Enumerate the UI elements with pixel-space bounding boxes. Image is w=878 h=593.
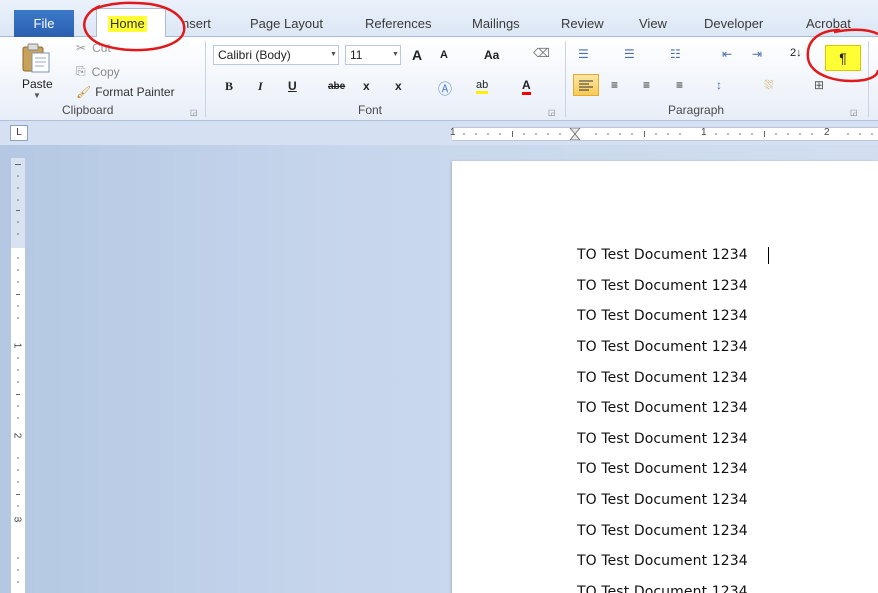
- text-effects-icon[interactable]: Ⓐ: [438, 79, 452, 99]
- tab-file[interactable]: File: [14, 10, 74, 37]
- superscript-button[interactable]: x: [395, 79, 402, 93]
- align-left-icon: [579, 80, 593, 91]
- ruler-mark: 2: [824, 127, 830, 138]
- ruler-ticks: [463, 128, 873, 140]
- shrink-font-button[interactable]: A: [440, 49, 448, 61]
- tab-view[interactable]: View: [639, 14, 667, 34]
- scissors-icon: ✂: [76, 41, 87, 55]
- tab-references[interactable]: References: [365, 14, 431, 34]
- document-workspace: 1 2 3 TO Test Document 1234 TO Test Docu…: [0, 145, 878, 593]
- sort-button[interactable]: 2↓: [790, 47, 802, 59]
- tab-insert[interactable]: nsert: [182, 14, 211, 34]
- align-left-button[interactable]: [573, 74, 599, 96]
- font-color-button[interactable]: A: [522, 79, 531, 95]
- document-line[interactable]: TO Test Document 1234: [577, 247, 748, 263]
- paste-dropdown-icon[interactable]: ▼: [33, 91, 41, 100]
- ruler-mark: 1: [450, 127, 456, 138]
- document-line[interactable]: TO Test Document 1234: [577, 431, 748, 447]
- italic-button[interactable]: I: [258, 79, 263, 94]
- multilevel-list-icon[interactable]: ☷: [670, 47, 681, 61]
- format-painter-button[interactable]: 🖌 Format Painter: [76, 85, 175, 99]
- ruler-mark: 1: [701, 127, 707, 138]
- group-divider: [565, 41, 566, 117]
- paragraph-launcher-icon[interactable]: ◲: [850, 108, 858, 117]
- font-launcher-icon[interactable]: ◲: [548, 108, 556, 117]
- tab-home[interactable]: Home: [96, 8, 166, 38]
- ribbon-tab-bar: File Home nsert Page Layout References M…: [0, 0, 878, 38]
- document-line[interactable]: TO Test Document 1234: [577, 339, 748, 355]
- font-caption: Font: [358, 103, 383, 117]
- copy-icon: ⎘: [76, 64, 86, 78]
- vruler-mark: 1: [11, 342, 23, 349]
- tab-mailings[interactable]: Mailings: [472, 14, 520, 34]
- document-line[interactable]: TO Test Document 1234: [577, 308, 748, 324]
- vruler-mark: 3: [11, 516, 23, 523]
- text-cursor: [768, 247, 769, 264]
- vruler-ticks: [11, 158, 25, 583]
- justify-icon[interactable]: ≡: [676, 78, 683, 92]
- clear-formatting-icon[interactable]: ⌫: [533, 46, 550, 60]
- vertical-ruler[interactable]: 1 2 3: [10, 157, 26, 593]
- format-painter-label: Format Painter: [95, 85, 175, 99]
- copy-label: Copy: [91, 64, 120, 79]
- align-right-icon[interactable]: ≡: [643, 78, 650, 92]
- font-size-value: 11: [350, 48, 363, 62]
- document-line[interactable]: TO Test Document 1234: [577, 370, 748, 386]
- tab-acrobat[interactable]: Acrobat: [806, 14, 851, 34]
- horizontal-ruler[interactable]: 1 1 2: [450, 127, 878, 141]
- clipboard-caption: Clipboard: [62, 103, 114, 117]
- ruler-row: L 1 1 2: [0, 121, 878, 145]
- bullets-icon[interactable]: ☰: [578, 47, 589, 61]
- font-family-value: Calibri (Body): [218, 48, 291, 62]
- pilcrow-icon: ¶: [839, 50, 847, 66]
- ribbon-home: Paste ▼ ✂ Cut ⎘ Copy 🖌 Format Painter Cl…: [0, 37, 878, 121]
- document-page[interactable]: TO Test Document 1234 TO Test Document 1…: [452, 161, 878, 593]
- paste-icon[interactable]: [20, 43, 52, 73]
- tab-page-layout[interactable]: Page Layout: [250, 14, 323, 34]
- document-line[interactable]: TO Test Document 1234: [577, 400, 748, 416]
- subscript-button[interactable]: x: [363, 79, 370, 93]
- tab-developer[interactable]: Developer: [704, 14, 763, 34]
- group-divider: [205, 41, 206, 117]
- paste-button[interactable]: Paste: [22, 77, 53, 91]
- document-line[interactable]: TO Test Document 1234: [577, 461, 748, 477]
- vruler-mark: 2: [11, 432, 23, 439]
- change-case-button[interactable]: Aa: [484, 48, 499, 62]
- bold-button[interactable]: B: [225, 79, 233, 94]
- group-divider: [868, 41, 869, 117]
- line-spacing-icon[interactable]: ↕: [716, 78, 722, 92]
- align-center-icon[interactable]: ≡: [611, 78, 618, 92]
- decrease-indent-icon[interactable]: ⇤: [722, 47, 732, 61]
- tab-selector-button[interactable]: L: [10, 125, 28, 141]
- font-size-dropdown-icon[interactable]: ▼: [392, 51, 399, 58]
- paintbrush-icon: 🖌: [76, 85, 92, 99]
- document-line[interactable]: TO Test Document 1234: [577, 523, 748, 539]
- font-family-select[interactable]: Calibri (Body): [213, 45, 339, 65]
- highlight-color-icon[interactable]: ab: [476, 79, 489, 94]
- strikethrough-button[interactable]: abe: [328, 81, 345, 92]
- document-line[interactable]: TO Test Document 1234: [577, 553, 748, 569]
- show-hide-formatting-button[interactable]: ¶: [825, 45, 861, 71]
- grow-font-button[interactable]: A: [412, 47, 422, 63]
- paragraph-caption: Paragraph: [668, 103, 725, 117]
- tab-review[interactable]: Review: [561, 14, 604, 34]
- underline-button[interactable]: U: [288, 79, 297, 93]
- cut-button[interactable]: ✂ Cut: [76, 41, 111, 55]
- font-family-dropdown-icon[interactable]: ▼: [330, 51, 337, 58]
- document-line[interactable]: TO Test Document 1234: [577, 492, 748, 508]
- shading-icon[interactable]: ⛆: [764, 78, 774, 93]
- document-line[interactable]: TO Test Document 1234: [577, 278, 748, 294]
- cut-label: Cut: [92, 41, 111, 55]
- document-line[interactable]: TO Test Document 1234: [577, 584, 748, 593]
- tab-home-label: Home: [108, 16, 147, 32]
- borders-icon[interactable]: ⊞: [814, 78, 824, 92]
- clipboard-launcher-icon[interactable]: ◲: [190, 108, 198, 117]
- numbering-icon[interactable]: ☰: [624, 47, 635, 61]
- copy-button[interactable]: ⎘ Copy: [76, 64, 120, 79]
- increase-indent-icon[interactable]: ⇥: [752, 47, 762, 61]
